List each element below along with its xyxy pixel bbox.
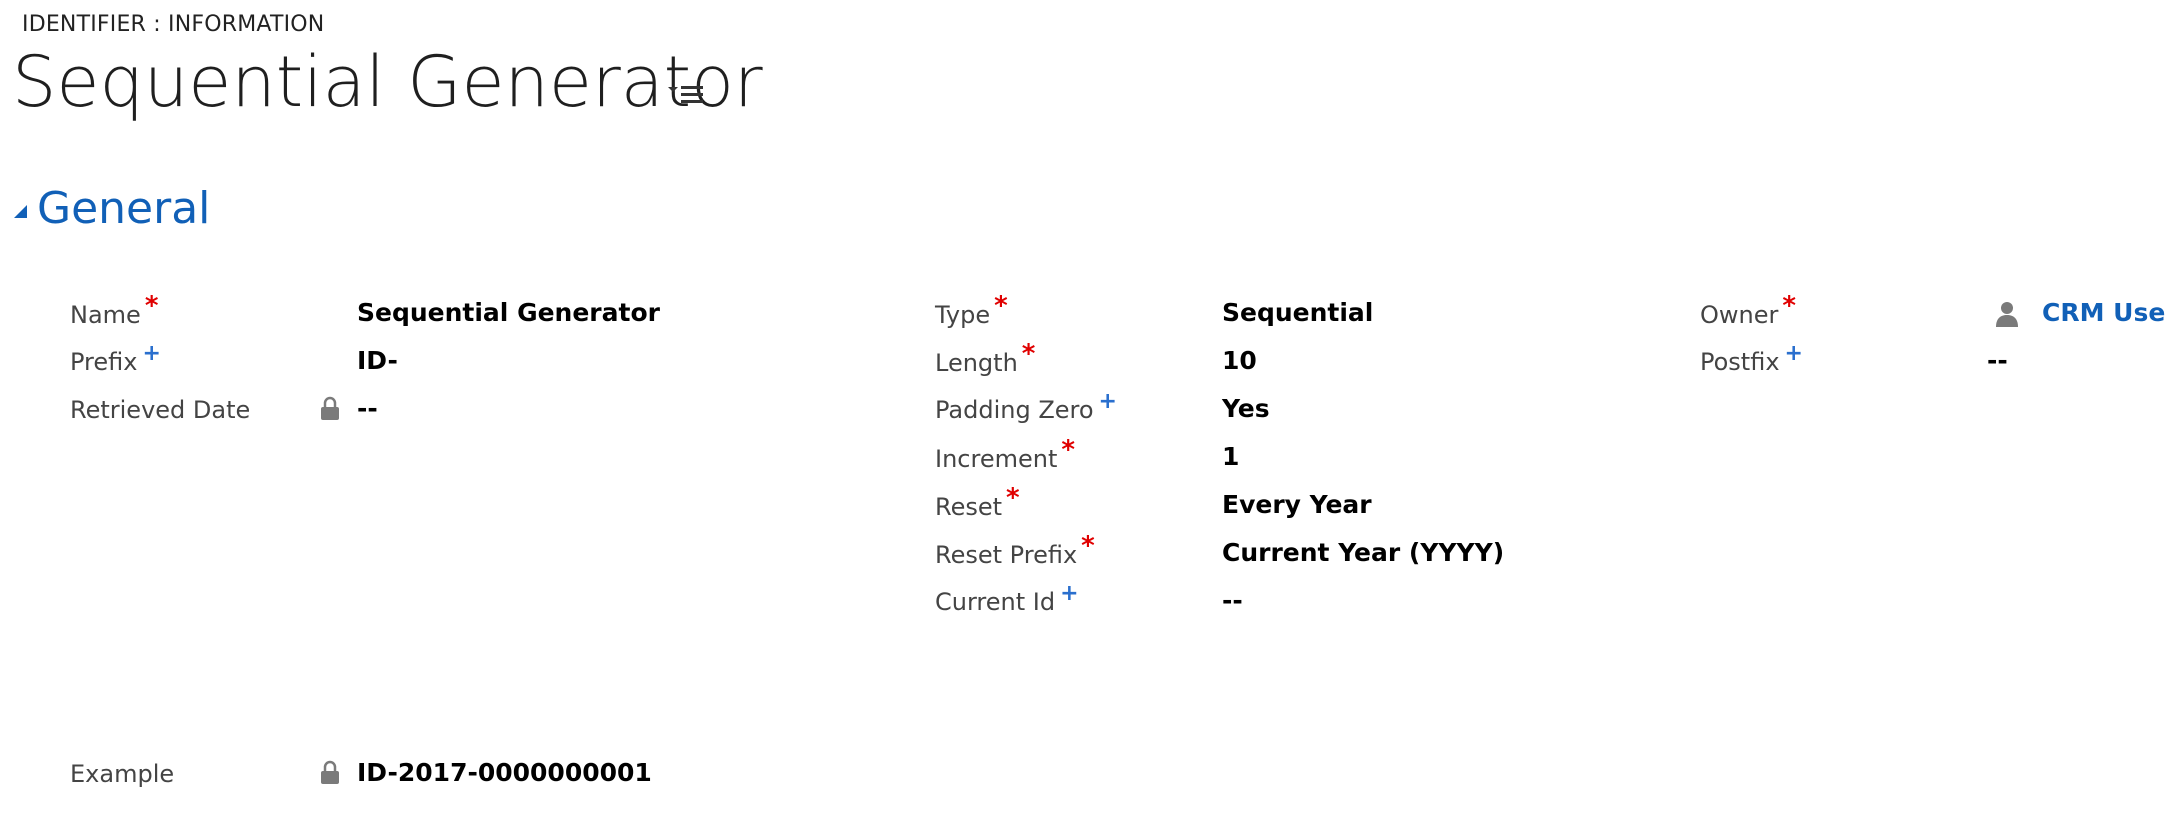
required-marker: *: [1782, 291, 1796, 321]
owner-link[interactable]: CRM User: [2042, 298, 2167, 327]
field-value-postfix[interactable]: --: [1987, 346, 2008, 375]
recommended-marker: +: [1060, 581, 1079, 606]
field-value-length[interactable]: 10: [1222, 346, 1257, 375]
required-marker: *: [144, 291, 159, 321]
field-value-example: ID-2017-0000000001: [357, 758, 652, 787]
collapse-triangle-icon[interactable]: [14, 205, 27, 218]
required-marker: *: [1021, 339, 1036, 369]
field-value-type[interactable]: Sequential: [1222, 298, 1373, 327]
field-label-reset-prefix: Reset Prefix *: [935, 531, 1095, 569]
field-label-postfix: Postfix +: [1700, 341, 1803, 376]
page-title: Sequential Generator: [12, 41, 763, 123]
lock-icon: [320, 760, 340, 786]
required-marker: *: [1061, 435, 1075, 465]
section-general-header[interactable]: General: [14, 183, 210, 234]
recommended-marker: +: [142, 341, 161, 366]
field-padding-zero: Padding Zero + Yes: [935, 389, 1635, 436]
required-marker: *: [994, 291, 1008, 321]
field-value-current-id[interactable]: --: [1222, 586, 1243, 615]
lock-icon: [320, 396, 340, 422]
field-value-reset-prefix[interactable]: Current Year (YYYY): [1222, 538, 1504, 567]
field-value-retrieved-date: --: [357, 394, 378, 423]
field-type: Type * Sequential: [935, 291, 1635, 340]
field-label-owner: Owner *: [1700, 291, 1796, 329]
field-retrieved-date: Retrieved Date --: [70, 394, 870, 436]
field-length: Length * 10: [935, 339, 1635, 388]
field-owner: Owner * CRM User: [1700, 291, 2167, 340]
user-icon: [1994, 299, 2020, 329]
required-marker: *: [1006, 483, 1020, 513]
field-value-increment[interactable]: 1: [1222, 442, 1239, 471]
field-reset-prefix: Reset Prefix * Current Year (YYYY): [935, 531, 1635, 580]
recommended-marker: +: [1784, 341, 1803, 366]
field-value-padding-zero[interactable]: Yes: [1222, 394, 1270, 423]
required-marker: *: [1081, 531, 1095, 561]
field-label-reset: Reset *: [935, 483, 1020, 521]
field-label-length: Length *: [935, 339, 1036, 377]
field-name: Name * Sequential Generator: [70, 291, 870, 340]
field-label-retrieved-date: Retrieved Date: [70, 396, 251, 424]
form-selector-icon[interactable]: [668, 82, 708, 108]
field-reset: Reset * Every Year: [935, 483, 1635, 532]
section-title: General: [37, 183, 211, 234]
recommended-marker: +: [1098, 389, 1117, 414]
field-label-type: Type *: [935, 291, 1008, 329]
field-prefix: Prefix + ID-: [70, 341, 870, 388]
field-value-prefix[interactable]: ID-: [357, 346, 398, 375]
field-label-current-id: Current Id +: [935, 581, 1079, 616]
field-increment: Increment * 1: [935, 435, 1635, 484]
field-label-example: Example: [70, 760, 175, 788]
field-value-name[interactable]: Sequential Generator: [357, 298, 660, 327]
field-label-name: Name *: [70, 291, 159, 329]
field-value-reset[interactable]: Every Year: [1222, 490, 1372, 519]
field-current-id: Current Id + --: [935, 581, 1635, 628]
field-label-padding-zero: Padding Zero +: [935, 389, 1117, 424]
field-label-increment: Increment *: [935, 435, 1075, 473]
field-label-prefix: Prefix +: [70, 341, 161, 376]
field-postfix: Postfix + --: [1700, 341, 2160, 388]
field-example: Example ID-2017-0000000001: [70, 758, 870, 800]
entity-label: IDENTIFIER : INFORMATION: [22, 12, 325, 37]
